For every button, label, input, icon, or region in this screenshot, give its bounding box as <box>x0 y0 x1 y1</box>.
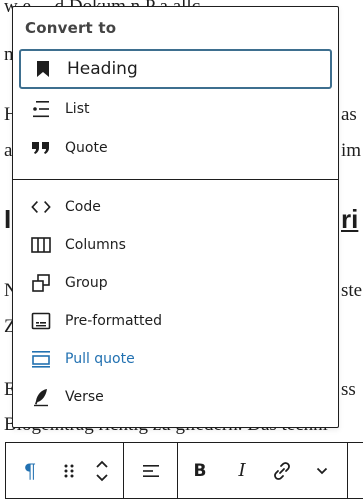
convert-option-label: List <box>65 101 90 117</box>
convert-option-group[interactable]: Group <box>19 263 332 303</box>
convert-option-preformatted[interactable]: Pre-formatted <box>19 301 332 341</box>
editor-text-line: ss <box>341 379 356 400</box>
columns-icon <box>31 235 51 255</box>
convert-option-columns[interactable]: Columns <box>19 225 332 265</box>
drag-handle[interactable] <box>54 443 84 498</box>
editor-text-line: im <box>341 140 362 161</box>
block-controls-group: ¶ <box>6 443 124 498</box>
chevron-down-icon <box>316 467 328 474</box>
verse-icon <box>31 387 51 407</box>
italic-icon: I <box>238 460 246 481</box>
move-up-down-buttons[interactable] <box>84 443 120 498</box>
convert-option-label: Pull quote <box>65 351 135 367</box>
popover-separator <box>13 179 338 180</box>
group-icon <box>31 273 51 293</box>
list-icon <box>31 99 51 119</box>
align-left-icon <box>142 464 159 477</box>
bold-button[interactable]: B <box>178 443 222 498</box>
convert-option-pullquote[interactable]: Pull quote <box>19 339 332 379</box>
block-type-button[interactable]: ¶ <box>6 443 54 498</box>
quote-icon <box>31 138 51 158</box>
convert-option-label: Code <box>65 199 101 215</box>
convert-option-heading[interactable]: Heading <box>19 49 332 89</box>
bold-icon: B <box>193 460 207 481</box>
convert-option-code[interactable]: Code <box>19 187 332 227</box>
bookmark-icon <box>33 59 53 79</box>
chevron-up-icon[interactable] <box>95 459 109 469</box>
chevron-down-icon[interactable] <box>95 473 109 483</box>
link-button[interactable] <box>262 443 302 498</box>
preformatted-icon <box>31 311 51 331</box>
more-formats-button[interactable] <box>302 443 342 498</box>
link-icon <box>274 461 290 480</box>
align-group <box>124 443 178 498</box>
convert-option-verse[interactable]: Verse <box>19 377 332 417</box>
format-group: B I <box>178 443 348 498</box>
convert-option-label: Quote <box>65 140 108 156</box>
convert-to-popover: Convert to Heading List Quote Code Colum… <box>12 6 339 428</box>
convert-option-label: Pre-formatted <box>65 313 163 329</box>
popover-title: Convert to <box>25 19 117 37</box>
align-button[interactable] <box>124 443 177 498</box>
convert-option-quote[interactable]: Quote <box>19 128 332 168</box>
convert-option-label: Heading <box>67 59 138 79</box>
italic-button[interactable]: I <box>222 443 262 498</box>
paragraph-icon: ¶ <box>23 458 37 483</box>
editor-heading: I <box>4 204 12 234</box>
convert-option-label: Group <box>65 275 108 291</box>
convert-option-label: Verse <box>65 389 104 405</box>
convert-option-label: Columns <box>65 237 126 253</box>
editor-text-line: ste <box>341 280 363 301</box>
pullquote-icon <box>31 349 51 369</box>
code-icon <box>31 197 51 217</box>
block-toolbar: ¶ B I <box>5 442 363 499</box>
convert-option-list[interactable]: List <box>19 89 332 129</box>
editor-heading: ri <box>341 204 359 234</box>
editor-text-line: as <box>341 104 357 125</box>
drag-dots-icon <box>64 464 74 477</box>
